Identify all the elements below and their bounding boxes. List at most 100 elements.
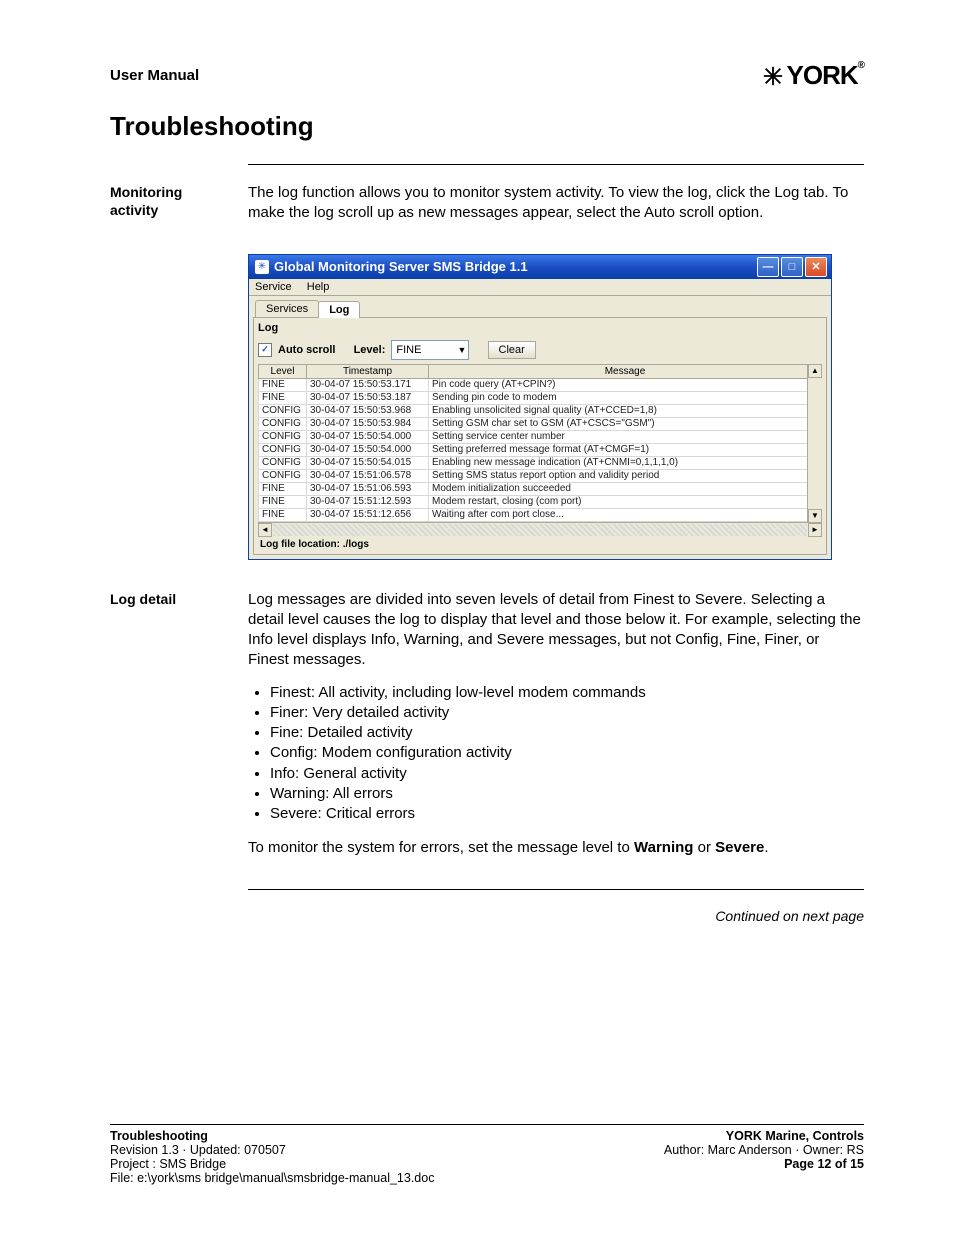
footer-project: Project : SMS Bridge (110, 1157, 434, 1171)
doc-header-title: User Manual (110, 67, 199, 84)
window-title: Global Monitoring Server SMS Bridge 1.1 (274, 259, 528, 274)
list-item: Fine: Detailed activity (270, 723, 864, 743)
cell-timestamp: 30-04-07 15:51:06.578 (307, 469, 429, 482)
table-row[interactable]: CONFIG30-04-07 15:50:54.015Enabling new … (259, 456, 822, 469)
detail-list: Finest: All activity, including low-leve… (248, 683, 864, 825)
cell-timestamp: 30-04-07 15:50:53.187 (307, 391, 429, 404)
cell-message: Enabling new message indication (AT+CNMI… (429, 456, 822, 469)
cell-timestamp: 30-04-07 15:51:06.593 (307, 482, 429, 495)
app-window: ✳ Global Monitoring Server SMS Bridge 1.… (248, 254, 832, 560)
cell-timestamp: 30-04-07 15:50:54.015 (307, 456, 429, 469)
table-row[interactable]: CONFIG30-04-07 15:50:53.984Setting GSM c… (259, 417, 822, 430)
cell-level: FINE (259, 482, 307, 495)
cell-timestamp: 30-04-07 15:50:53.968 (307, 404, 429, 417)
col-level[interactable]: Level (259, 364, 307, 378)
table-row[interactable]: CONFIG30-04-07 15:51:06.578Setting SMS s… (259, 469, 822, 482)
cell-level: CONFIG (259, 456, 307, 469)
level-combo[interactable]: FINE ▼ (391, 340, 469, 360)
list-item: Warning: All errors (270, 784, 864, 804)
cell-level: FINE (259, 508, 307, 521)
close-button[interactable]: ✕ (805, 257, 827, 277)
side-label-logdetail: Log detail (110, 590, 248, 608)
continued-note: Continued on next page (110, 908, 864, 924)
cell-message: Setting SMS status report option and val… (429, 469, 822, 482)
list-item: Info: General activity (270, 764, 864, 784)
logdetail-closing: To monitor the system for errors, set th… (248, 838, 864, 858)
menubar: Service Help (249, 279, 831, 296)
logo-text: YORK® (787, 60, 865, 91)
cell-timestamp: 30-04-07 15:50:54.000 (307, 430, 429, 443)
logo: YORK® (761, 60, 865, 91)
cell-message: Setting service center number (429, 430, 822, 443)
table-row[interactable]: FINE30-04-07 15:51:12.593Modem restart, … (259, 495, 822, 508)
auto-scroll-checkbox[interactable] (258, 343, 272, 357)
table-row[interactable]: FINE30-04-07 15:50:53.171Pin code query … (259, 378, 822, 391)
cell-message: Setting preferred message format (AT+CMG… (429, 443, 822, 456)
table-row[interactable]: CONFIG30-04-07 15:50:54.000Setting servi… (259, 430, 822, 443)
footer-section: Troubleshooting (110, 1129, 434, 1143)
monitoring-paragraph: The log function allows you to monitor s… (248, 183, 864, 224)
cell-timestamp: 30-04-07 15:51:12.656 (307, 508, 429, 521)
cell-timestamp: 30-04-07 15:50:54.000 (307, 443, 429, 456)
footer-company: YORK Marine, Controls (664, 1129, 864, 1143)
scroll-right-icon[interactable]: ► (808, 523, 822, 537)
minimize-button[interactable]: — (757, 257, 779, 277)
log-table: Level Timestamp Message FINE30-04-07 15:… (258, 364, 822, 522)
table-row[interactable]: CONFIG30-04-07 15:50:54.000Setting prefe… (259, 443, 822, 456)
tab-services[interactable]: Services (255, 300, 319, 317)
cell-level: FINE (259, 391, 307, 404)
list-item: Config: Modem configuration activity (270, 743, 864, 763)
level-label: Level: (354, 344, 386, 356)
divider (248, 889, 864, 890)
cell-level: CONFIG (259, 469, 307, 482)
cell-message: Sending pin code to modem (429, 391, 822, 404)
cell-level: CONFIG (259, 404, 307, 417)
panel-label: Log (258, 322, 822, 334)
table-row[interactable]: CONFIG30-04-07 15:50:53.968Enabling unso… (259, 404, 822, 417)
titlebar: ✳ Global Monitoring Server SMS Bridge 1.… (249, 255, 831, 279)
footer-file: File: e:\york\sms bridge\manual\smsbridg… (110, 1171, 434, 1185)
cell-level: CONFIG (259, 430, 307, 443)
col-timestamp[interactable]: Timestamp (307, 364, 429, 378)
scroll-up-icon[interactable]: ▲ (808, 364, 822, 378)
scroll-left-icon[interactable]: ◄ (258, 523, 272, 537)
cell-message: Setting GSM char set to GSM (AT+CSCS="GS… (429, 417, 822, 430)
footer: Troubleshooting Revision 1.3 · Updated: … (110, 1124, 864, 1185)
clear-button[interactable]: Clear (488, 341, 536, 359)
cell-message: Modem restart, closing (com port) (429, 495, 822, 508)
vertical-scrollbar[interactable]: ▲ ▼ (807, 364, 822, 523)
app-icon: ✳ (255, 260, 269, 274)
scroll-down-icon[interactable]: ▼ (808, 509, 822, 523)
table-row[interactable]: FINE30-04-07 15:51:06.593Modem initializ… (259, 482, 822, 495)
side-label-monitoring: Monitoring activity (110, 183, 248, 219)
cell-timestamp: 30-04-07 15:50:53.984 (307, 417, 429, 430)
footer-page: Page 12 of 15 (664, 1157, 864, 1171)
table-row[interactable]: FINE30-04-07 15:50:53.187Sending pin cod… (259, 391, 822, 404)
tab-log[interactable]: Log (318, 301, 360, 318)
footer-author: Author: Marc Anderson · Owner: RS (664, 1143, 864, 1157)
list-item: Finest: All activity, including low-leve… (270, 683, 864, 703)
cell-message: Pin code query (AT+CPIN?) (429, 378, 822, 391)
divider (248, 164, 864, 165)
cell-timestamp: 30-04-07 15:51:12.593 (307, 495, 429, 508)
horizontal-scrollbar[interactable]: ◄ ► (258, 522, 822, 537)
col-message[interactable]: Message (429, 364, 822, 378)
cell-message: Waiting after com port close... (429, 508, 822, 521)
page-title: Troubleshooting (110, 111, 864, 142)
cell-level: FINE (259, 378, 307, 391)
footer-revision: Revision 1.3 · Updated: 070507 (110, 1143, 434, 1157)
menu-help[interactable]: Help (307, 281, 330, 293)
snowflake-icon (761, 64, 785, 88)
list-item: Finer: Very detailed activity (270, 703, 864, 723)
table-row[interactable]: FINE30-04-07 15:51:12.656Waiting after c… (259, 508, 822, 521)
maximize-button[interactable]: □ (781, 257, 803, 277)
cell-level: FINE (259, 495, 307, 508)
menu-service[interactable]: Service (255, 281, 292, 293)
status-line: Log file location: ./logs (258, 537, 822, 550)
logdetail-paragraph: Log messages are divided into seven leve… (248, 590, 864, 671)
cell-level: CONFIG (259, 443, 307, 456)
list-item: Severe: Critical errors (270, 804, 864, 824)
chevron-down-icon: ▼ (457, 345, 466, 355)
cell-message: Modem initialization succeeded (429, 482, 822, 495)
auto-scroll-label: Auto scroll (278, 344, 335, 356)
